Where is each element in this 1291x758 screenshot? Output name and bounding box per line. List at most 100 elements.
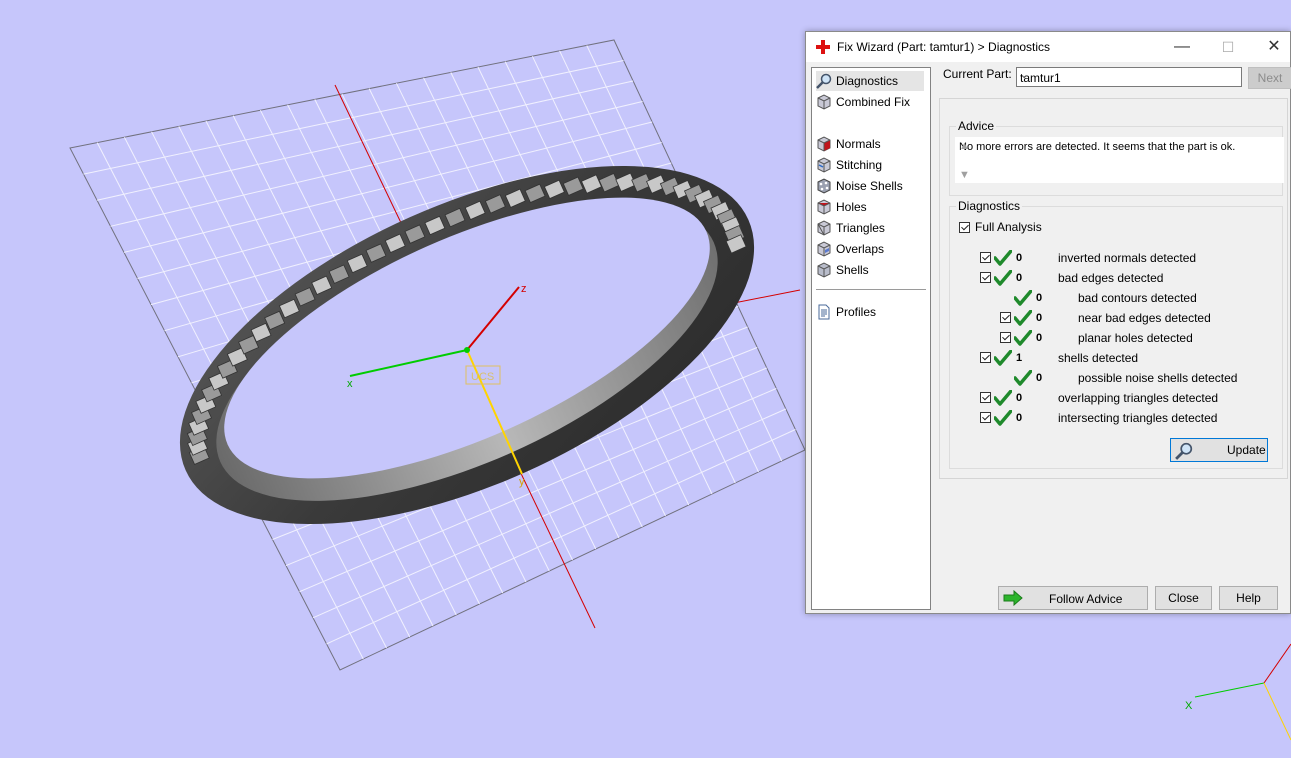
z-axis-label: z xyxy=(521,283,527,295)
triangles-cube-icon xyxy=(817,220,831,236)
current-part-label: Current Part: xyxy=(943,67,1012,81)
nav-item-profiles[interactable]: Profiles xyxy=(816,302,876,322)
diag-row-label: near bad edges detected xyxy=(1078,311,1211,325)
y-axis-label: y xyxy=(519,476,525,488)
green-check-icon xyxy=(994,270,1012,286)
diag-row-label: bad edges detected xyxy=(1058,271,1164,285)
diag-row-count: 0 xyxy=(1016,252,1023,264)
ucs-label: UCS xyxy=(471,371,494,383)
diag-row-checkbox[interactable] xyxy=(980,392,991,403)
diag-row-checkbox[interactable] xyxy=(980,412,991,423)
nav-item-label: Triangles xyxy=(836,221,885,235)
green-check-icon xyxy=(1014,310,1032,326)
diag-row-count: 1 xyxy=(1016,352,1023,364)
advice-title: Advice xyxy=(956,119,997,133)
overlaps-cube-icon xyxy=(817,241,831,257)
diag-row-label: shells detected xyxy=(1058,351,1139,365)
diag-row-checkbox[interactable] xyxy=(1000,332,1011,343)
nav-item-stitching[interactable]: Stitching xyxy=(816,155,882,175)
diag-row-checkbox[interactable] xyxy=(980,352,991,363)
red-cross-icon xyxy=(816,40,830,54)
magnifier-icon xyxy=(1175,442,1193,460)
full-analysis-label: Full Analysis xyxy=(975,220,1042,234)
nav-item-label: Combined Fix xyxy=(836,95,911,109)
nav-item-holes[interactable]: Holes xyxy=(816,197,867,217)
normals-cube-icon xyxy=(817,136,831,152)
noise-shells-icon xyxy=(817,178,831,194)
diag-row-count: 0 xyxy=(1016,392,1023,404)
wizard-nav-list: Diagnostics Combined Fix Normals Stitchi… xyxy=(811,67,931,610)
diag-row-label: bad contours detected xyxy=(1078,291,1197,305)
advice-textbox[interactable]: No more errors are detected. It seems th… xyxy=(955,137,1284,183)
nav-item-label: Normals xyxy=(836,137,881,151)
next-button[interactable]: Next xyxy=(1248,67,1291,89)
advice-group: Advice No more errors are detected. It s… xyxy=(949,119,1284,196)
corner-axis-triad: X xyxy=(1185,643,1291,741)
diag-row-count: 0 xyxy=(1036,332,1043,344)
shells-cube-icon xyxy=(817,262,831,278)
diag-row-label: intersecting triangles detected xyxy=(1058,411,1218,425)
document-icon xyxy=(818,304,830,320)
corner-x-label: X xyxy=(1185,700,1193,712)
diagnostics-panel: Advice No more errors are detected. It s… xyxy=(939,98,1288,479)
close-button[interactable]: Close xyxy=(1155,586,1212,610)
update-button[interactable]: Update xyxy=(1170,438,1268,462)
title-bar[interactable]: Fix Wizard (Part: tamtur1) > Diagnostics… xyxy=(806,32,1290,62)
green-check-icon xyxy=(994,250,1012,266)
follow-advice-button[interactable]: Follow Advice xyxy=(998,586,1148,610)
help-button[interactable]: Help xyxy=(1219,586,1278,610)
nav-item-label: Noise Shells xyxy=(836,179,903,193)
full-analysis-checkbox[interactable] xyxy=(959,222,970,233)
scroll-up-icon[interactable]: ▲ xyxy=(959,140,1282,152)
nav-item-label: Profiles xyxy=(836,305,877,319)
maximize-button[interactable]: ☐ xyxy=(1205,32,1251,62)
green-check-icon xyxy=(994,410,1012,426)
close-window-button[interactable]: ✕ xyxy=(1251,32,1291,62)
stitching-cube-icon xyxy=(817,157,831,173)
diag-row-checkbox[interactable] xyxy=(980,272,991,283)
diag-row-label: overlapping triangles detected xyxy=(1058,391,1219,405)
update-label: Update xyxy=(1227,443,1266,457)
nav-item-shells[interactable]: Shells xyxy=(816,260,869,280)
nav-item-combined-fix[interactable]: Combined Fix xyxy=(816,92,910,112)
diagnostics-group: Diagnostics Full Analysis 0 inverted norm… xyxy=(949,199,1283,469)
magnifier-icon xyxy=(816,73,832,89)
minimize-button[interactable]: — xyxy=(1159,32,1205,62)
green-check-icon xyxy=(994,350,1012,366)
diag-row-checkbox[interactable] xyxy=(980,252,991,263)
follow-advice-label: Follow Advice xyxy=(1049,592,1123,606)
diag-row-label: inverted normals detected xyxy=(1058,251,1197,265)
nav-separator xyxy=(816,289,926,290)
green-check-icon xyxy=(1014,330,1032,346)
current-part-select[interactable]: tamtur1 ⌄ xyxy=(1016,67,1242,87)
diagnostics-title: Diagnostics xyxy=(956,199,1023,213)
x-axis-label: x xyxy=(347,378,353,390)
nav-item-triangles[interactable]: Triangles xyxy=(816,218,885,238)
green-check-icon xyxy=(1014,290,1032,306)
green-arrow-icon xyxy=(1003,590,1023,606)
diag-row-label: planar holes detected xyxy=(1078,331,1193,345)
nav-item-normals[interactable]: Normals xyxy=(816,134,881,154)
chevron-down-icon: ⌄ xyxy=(1020,70,1029,81)
diag-row-count: 0 xyxy=(1016,272,1023,284)
nav-item-label: Diagnostics xyxy=(836,74,899,88)
nav-item-label: Holes xyxy=(836,200,867,214)
nav-item-label: Shells xyxy=(836,263,869,277)
window-title: Fix Wizard (Part: tamtur1) > Diagnostics xyxy=(837,40,1051,54)
nav-item-label: Overlaps xyxy=(836,242,885,256)
cube-icon xyxy=(817,94,831,110)
nav-item-label: Stitching xyxy=(836,158,883,172)
diag-row-count: 0 xyxy=(1036,372,1043,384)
nav-item-overlaps[interactable]: Overlaps xyxy=(816,239,884,259)
diag-row-checkbox[interactable] xyxy=(1000,312,1011,323)
holes-cube-icon xyxy=(817,199,831,215)
diag-row-label: possible noise shells detected xyxy=(1078,371,1238,385)
nav-item-diagnostics[interactable]: Diagnostics xyxy=(816,71,924,91)
diag-row-count: 0 xyxy=(1016,412,1023,424)
nav-item-noise-shells[interactable]: Noise Shells xyxy=(816,176,903,196)
diag-row-count: 0 xyxy=(1036,312,1043,324)
green-check-icon xyxy=(994,390,1012,406)
diag-row-count: 0 xyxy=(1036,292,1043,304)
scroll-down-icon[interactable]: ▼ xyxy=(959,169,1282,181)
green-check-icon xyxy=(1014,370,1032,386)
